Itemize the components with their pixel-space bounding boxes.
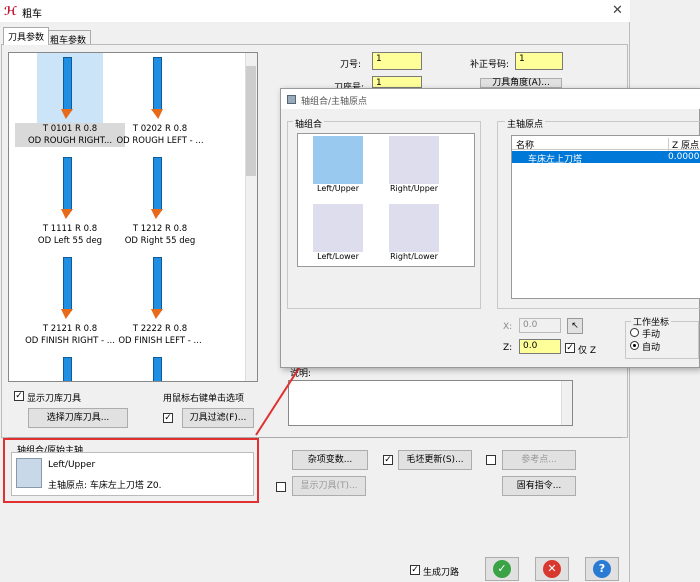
right-click-hint: 用鼠标右键单击选项 [163, 394, 245, 404]
axis-item[interactable]: Right/Lower [374, 204, 454, 261]
axis-combo-dialog: 轴组合/主轴原点 轴组合 Left/Upper Right/Upper Left… [280, 88, 700, 368]
tool-number: T 2222 R 0.8 [132, 324, 188, 334]
turning-tool-icon [127, 353, 193, 381]
tool-item[interactable] [105, 353, 215, 381]
gen-toolpath-checkbox[interactable]: ✓ [410, 565, 420, 575]
only-z-label: 仅 Z [578, 346, 597, 356]
select-library-button[interactable]: 选择刀库刀具... [28, 408, 128, 428]
gen-toolpath-label: 生成刀路 [423, 568, 460, 578]
tool-item[interactable]: T 0202 R 0.8 OD ROUGH LEFT - ... [105, 53, 215, 147]
axis-group-name: Left/Upper [48, 460, 96, 470]
turning-tool-icon [37, 353, 103, 381]
title-bar [0, 0, 630, 22]
tool-item[interactable]: T 1212 R 0.8 OD Right 55 deg [105, 153, 215, 247]
manual-radio[interactable] [630, 328, 639, 337]
axis-preview-icon [313, 204, 363, 252]
turning-tool-icon [37, 253, 103, 323]
tool-list[interactable]: T 0101 R 0.8 OD ROUGH RIGHT... T 0202 R … [8, 52, 258, 382]
table-row[interactable]: 车床左上刀塔 0.000000 [512, 151, 700, 165]
comp-no-input[interactable]: 1 [515, 52, 563, 70]
axis-combo-label: 轴组合 [293, 117, 325, 130]
only-z-checkbox[interactable]: ✓ [565, 343, 575, 353]
help-button[interactable]: ? [585, 557, 619, 581]
check-icon: ✓ [493, 560, 511, 578]
cursor-pick-icon[interactable]: ↖ [567, 318, 583, 334]
misc-vars-button[interactable]: 杂项变数... [292, 450, 368, 470]
show-tool-button[interactable]: 显示刀具(T)... [292, 476, 366, 496]
column-header-name: 名称 [516, 141, 535, 151]
axis-item[interactable]: Left/Upper [298, 136, 378, 193]
x-input[interactable]: 0.0 [519, 318, 561, 333]
canned-text-button[interactable]: 固有指令... [502, 476, 576, 496]
turning-tool-icon [127, 253, 193, 323]
tool-number: T 1212 R 0.8 [132, 224, 188, 234]
show-library-label: 显示刀库刀具 [27, 394, 82, 404]
tool-filter-button[interactable]: 刀具过滤(F)... [182, 408, 254, 428]
axis-preview-icon [313, 136, 363, 184]
ref-point-checkbox[interactable] [486, 455, 496, 465]
tool-angle-button[interactable]: 刀具角度(A)... [480, 78, 562, 88]
axis-item[interactable]: Left/Lower [298, 204, 378, 261]
help-icon: ? [593, 560, 611, 578]
auto-radio[interactable] [630, 341, 639, 350]
scrollbar-thumb[interactable] [246, 66, 256, 176]
show-tool-checkbox[interactable] [276, 482, 286, 492]
spindle-origin-label: 主轴原点 [505, 117, 546, 130]
turning-tool-icon [37, 53, 103, 123]
stock-update-checkbox[interactable]: ✓ [383, 455, 393, 465]
manual-label: 手动 [642, 330, 661, 340]
cancel-button[interactable]: ✕ [535, 557, 569, 581]
turning-tool-icon [37, 153, 103, 223]
axis-thumbnail-icon [16, 458, 42, 488]
stock-update-button[interactable]: 毛坯更新(S)... [398, 450, 472, 470]
tool-name: OD ROUGH LEFT - ... [116, 136, 204, 146]
tab-tool-params[interactable]: 刀具参数 [3, 27, 50, 45]
comp-no-label: 补正号码: [470, 60, 510, 70]
ref-point-button[interactable]: 参考点... [502, 450, 576, 470]
dialog-icon [287, 95, 296, 104]
tool-item[interactable]: T 2222 R 0.8 OD FINISH LEFT - ... [105, 253, 215, 347]
column-header-z: Z 原点 [668, 138, 699, 151]
app-logo-icon: ℋ [4, 4, 17, 18]
ok-button[interactable]: ✓ [485, 557, 519, 581]
axis-item[interactable]: Right/Upper [374, 136, 454, 193]
comment-scrollbar[interactable] [561, 381, 572, 425]
filter-checkbox[interactable]: ✓ [163, 413, 173, 423]
tool-name: OD Right 55 deg [124, 236, 196, 246]
z-input[interactable]: 0.0 [519, 339, 561, 354]
show-library-checkbox[interactable]: ✓ [14, 391, 24, 401]
turning-tool-icon [127, 153, 193, 223]
tool-no-input[interactable]: 1 [372, 52, 422, 70]
close-icon[interactable]: ✕ [612, 3, 623, 18]
axis-group-origin: 主轴原点: 车床左上刀塔 Z0. [48, 481, 162, 491]
auto-label: 自动 [642, 343, 661, 353]
tool-no-label: 刀号: [340, 60, 362, 70]
axis-preview-icon [389, 204, 439, 252]
cancel-icon: ✕ [543, 560, 561, 578]
spindle-origin-table[interactable]: 名称 Z 原点 车床左上刀塔 0.000000 [511, 135, 700, 299]
tool-number: T 0202 R 0.8 [132, 124, 188, 134]
window-title: 粗车 [22, 9, 42, 20]
x-label: X: [503, 322, 513, 332]
turning-tool-icon [127, 53, 193, 123]
z-label: Z: [503, 343, 513, 353]
seat-no-input[interactable]: 1 [372, 76, 422, 88]
tool-name: OD FINISH LEFT - ... [118, 336, 202, 346]
axis-preview-icon [389, 136, 439, 184]
axis-combo-list[interactable]: Left/Upper Right/Upper Left/Lower Right/… [297, 133, 475, 267]
overlay-title: 轴组合/主轴原点 [301, 97, 368, 107]
